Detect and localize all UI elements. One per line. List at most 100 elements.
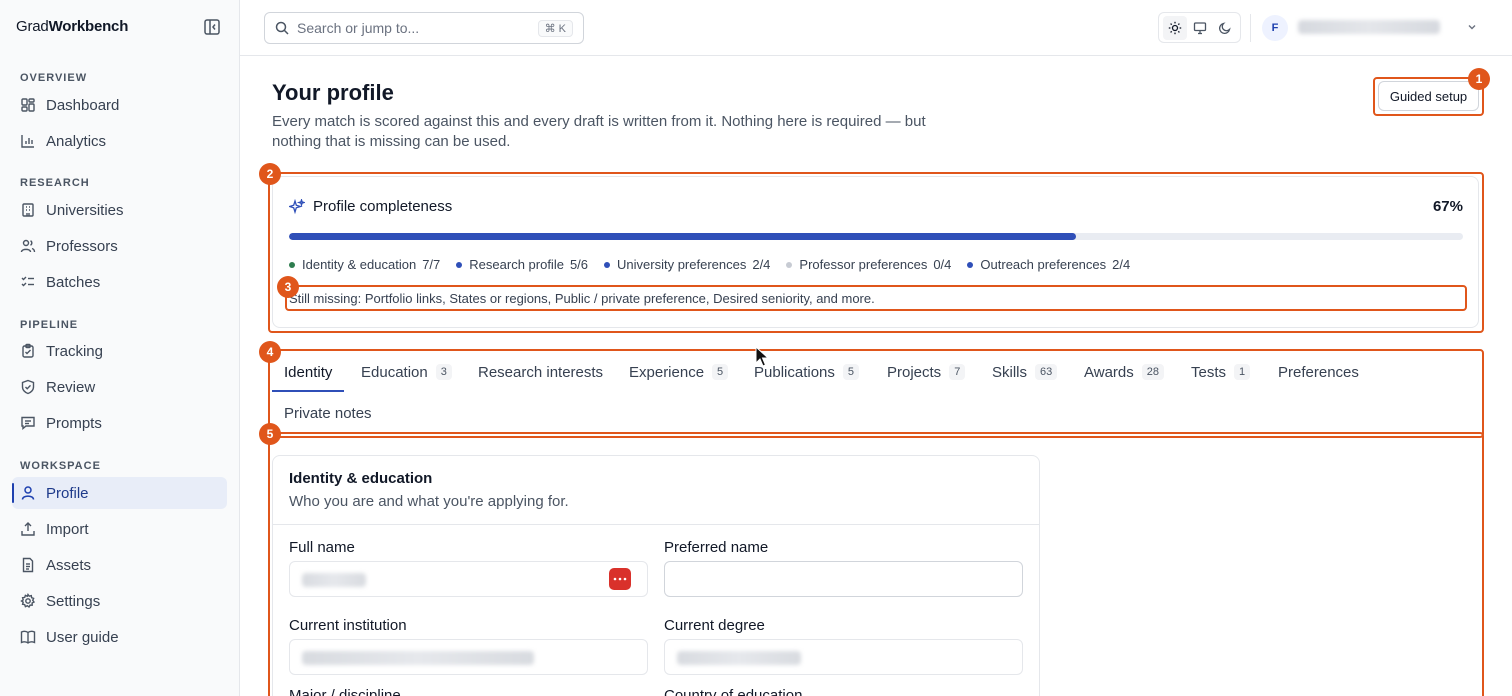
sidebar-item-universities[interactable]: Universities	[12, 194, 227, 226]
sidebar-item-profile[interactable]: Profile	[12, 477, 227, 509]
status-dot-icon	[456, 261, 463, 268]
card-divider	[273, 524, 1039, 525]
full-name-label: Full name	[289, 539, 355, 556]
page-subtitle: Every match is scored against this and e…	[272, 113, 926, 150]
shield-check-icon	[21, 379, 35, 395]
section-label-pipeline: PIPELINE	[20, 319, 79, 331]
tab-count-badge: 5	[712, 364, 729, 380]
tab-skills[interactable]: Skills 63	[980, 352, 1069, 392]
legend-label: Outreach preferences	[980, 257, 1107, 272]
sidebar-item-label: Professors	[46, 237, 118, 255]
redacted-value	[677, 651, 801, 665]
search-placeholder: Search or jump to...	[297, 20, 420, 36]
sidebar-item-label: Prompts	[46, 414, 102, 432]
current-degree-label: Current degree	[664, 617, 765, 634]
full-name-field[interactable]	[289, 561, 648, 597]
preferred-name-label: Preferred name	[664, 539, 769, 556]
tab-count-badge: 28	[1141, 364, 1164, 380]
sparkles-icon	[289, 199, 305, 215]
tab-research-interests[interactable]: Research interests	[466, 352, 615, 392]
legend-item: University preferences 2/4	[604, 257, 770, 272]
sidebar-item-settings[interactable]: Settings	[12, 585, 227, 617]
sidebar-item-user-guide[interactable]: User guide	[12, 621, 227, 653]
tab-identity[interactable]: Identity	[272, 352, 345, 392]
tab-label: Skills	[992, 363, 1028, 381]
sidebar-item-assets[interactable]: Assets	[12, 549, 227, 581]
tab-awards[interactable]: Awards 28	[1072, 352, 1176, 392]
marker-3: 3	[277, 276, 299, 298]
sidebar-item-review[interactable]: Review	[12, 371, 227, 403]
redacted-value	[302, 573, 366, 587]
sidebar: GradWorkbench OVERVIEW Dashboard Analyti…	[0, 0, 240, 696]
search-input[interactable]: Search or jump to... ⌘ K	[264, 12, 584, 44]
preferred-name-field[interactable]	[664, 561, 1023, 597]
password-manager-icon[interactable]	[609, 568, 631, 590]
user-email-redacted[interactable]	[1298, 20, 1440, 34]
tab-projects[interactable]: Projects 7	[875, 352, 977, 392]
tab-label: Projects	[887, 363, 942, 381]
legend-label: University preferences	[617, 257, 747, 272]
progress-fill	[289, 233, 1076, 240]
dashboard-icon	[21, 98, 35, 112]
tab-preferences[interactable]: Preferences	[1266, 352, 1371, 392]
tab-count-badge: 3	[435, 364, 452, 380]
tab-label: Identity	[284, 363, 333, 381]
chevron-down-icon[interactable]	[1466, 21, 1478, 33]
marker-2: 2	[259, 163, 281, 185]
tab-education[interactable]: Education 3	[349, 352, 464, 392]
sidebar-item-prompts[interactable]: Prompts	[12, 407, 227, 439]
marker-1: 1	[1468, 68, 1490, 90]
sidebar-item-dashboard[interactable]: Dashboard	[12, 89, 227, 121]
tab-label: Preferences	[1278, 363, 1359, 381]
sidebar-item-label: Batches	[46, 273, 101, 291]
tab-private-notes[interactable]: Private notes	[272, 393, 384, 433]
completeness-title: Profile completeness	[313, 198, 453, 215]
sidebar-item-label: Assets	[46, 556, 92, 574]
tab-tests[interactable]: Tests 1	[1179, 352, 1262, 392]
brand-logo[interactable]: GradWorkbench	[16, 18, 128, 35]
tab-count-badge: 7	[949, 364, 966, 380]
topbar-divider	[1250, 14, 1251, 42]
tab-count-badge: 5	[842, 364, 860, 380]
completeness-percent: 67%	[1432, 198, 1463, 215]
card-title: Identity & education	[289, 470, 433, 487]
theme-system-button[interactable]	[1188, 16, 1212, 40]
marker-5: 5	[259, 423, 281, 445]
legend-item: Identity & education 7/7	[289, 257, 440, 272]
sidebar-item-label: Dashboard	[46, 96, 120, 114]
sidebar-collapse-icon[interactable]	[203, 18, 221, 36]
upload-icon	[21, 522, 35, 536]
theme-dark-button[interactable]	[1213, 16, 1237, 40]
avatar[interactable]: F	[1262, 15, 1288, 41]
legend-count: 0/4	[933, 257, 952, 272]
sidebar-item-import[interactable]: Import	[12, 513, 227, 545]
section-label-workspace: WORKSPACE	[20, 460, 101, 472]
tab-count-badge: 63	[1035, 364, 1058, 380]
section-label-research: RESEARCH	[20, 177, 90, 189]
theme-light-button[interactable]	[1162, 15, 1187, 40]
sidebar-item-tracking[interactable]: Tracking	[12, 335, 227, 367]
tab-experience[interactable]: Experience 5	[617, 352, 740, 392]
current-institution-field[interactable]	[289, 639, 648, 675]
building-icon	[22, 203, 34, 217]
guided-setup-button[interactable]: Guided setup	[1378, 81, 1479, 111]
clipboard-icon	[22, 343, 34, 358]
legend-label: Identity & education	[302, 257, 417, 272]
sidebar-item-professors[interactable]: Professors	[12, 230, 227, 262]
legend-label: Research profile	[469, 257, 564, 272]
message-icon	[21, 416, 35, 430]
legend-item: Professor preferences 0/4	[786, 257, 951, 272]
legend-count: 2/4	[1112, 257, 1131, 272]
section-label-overview: OVERVIEW	[20, 72, 88, 84]
sun-icon	[1168, 21, 1181, 34]
current-degree-field[interactable]	[664, 639, 1023, 675]
status-dot-icon	[604, 261, 611, 268]
tab-label: Private notes	[284, 404, 372, 422]
sidebar-item-batches[interactable]: Batches	[12, 266, 227, 298]
tab-label: Tests	[1191, 363, 1227, 381]
search-shortcut: ⌘ K	[537, 20, 573, 37]
sidebar-item-analytics[interactable]: Analytics	[12, 125, 227, 157]
moon-icon	[1218, 21, 1231, 34]
tab-label: Education	[361, 363, 428, 381]
status-dot-icon	[786, 261, 793, 268]
